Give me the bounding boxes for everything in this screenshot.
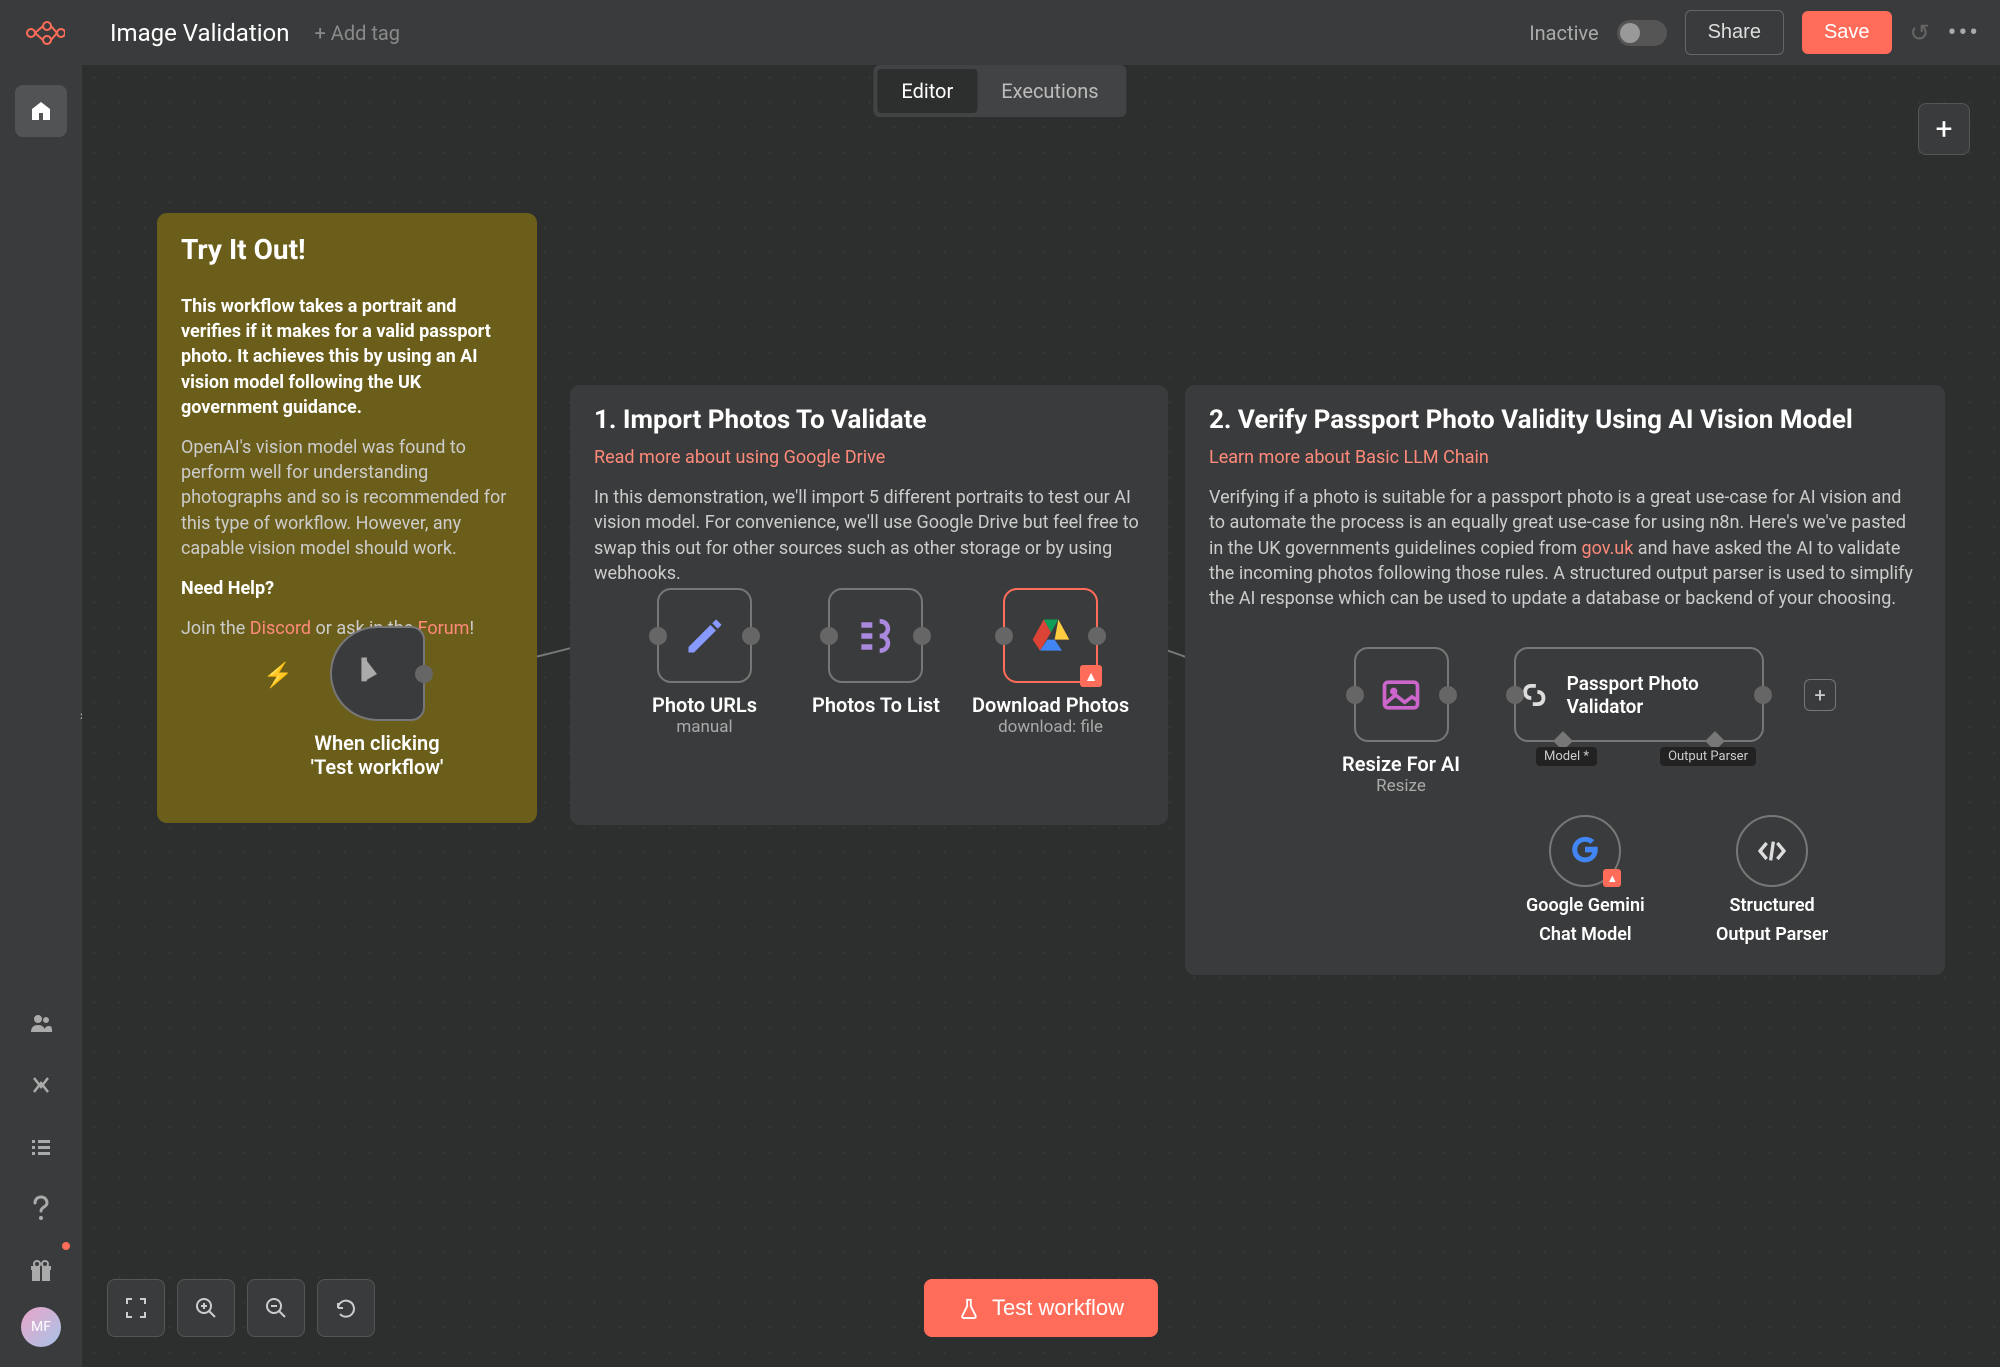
node-sublabel: manual [676,717,732,737]
node-label: Photo URLs [652,693,757,717]
share-button[interactable]: Share [1685,10,1784,55]
test-workflow-button[interactable]: Test workflow [924,1279,1158,1337]
subnode-output-parser[interactable]: Structured Output Parser [1716,815,1828,945]
node-passport-validator[interactable]: Passport Photo Validator Model * Output … [1514,647,1764,742]
node-sublabel: Resize [1376,776,1426,796]
add-tag-button[interactable]: + Add tag [314,21,400,45]
tab-editor[interactable]: Editor [877,69,977,113]
input-port[interactable] [649,627,667,645]
subnode-label-2: Output Parser [1716,924,1828,945]
trigger-bolt-icon: ⚡ [263,661,293,689]
section-body: In this demonstration, we'll import 5 di… [594,485,1144,586]
node-box[interactable] [657,588,752,683]
node-label: Passport Photo Validator [1567,672,1762,718]
output-port[interactable] [415,665,433,683]
subnode-gemini[interactable]: ▲ Google Gemini Chat Model [1526,815,1645,945]
node-box[interactable]: Passport Photo Validator [1514,647,1764,742]
help-icon[interactable] [15,1183,67,1235]
subnode-circle[interactable]: ▲ [1549,815,1621,887]
view-tabs: Editor Executions [873,65,1126,117]
toggle-knob [1620,23,1640,43]
home-button[interactable] [15,85,67,137]
output-port[interactable] [1439,686,1457,704]
workflow-title[interactable]: Image Validation [110,19,289,47]
canvas-controls [107,1279,375,1337]
subnode-label-2: Chat Model [1539,924,1631,945]
add-node-button[interactable]: + [1918,103,1970,155]
node-box[interactable]: ▲ [1003,588,1098,683]
trigger-node-box[interactable] [330,626,425,721]
node-label: Download Photos [972,693,1129,717]
subnode-circle[interactable] [1736,815,1808,887]
node-label: Photos To List [812,693,940,717]
flask-icon [958,1297,980,1319]
subnode-label-1: Google Gemini [1526,895,1645,916]
node-download-photos[interactable]: ▲ Download Photos download: file [972,588,1129,737]
node-label: When clicking 'Test workflow' [297,731,457,779]
output-port[interactable] [742,627,760,645]
add-node-port[interactable]: + [1804,679,1836,711]
reset-zoom-button[interactable] [317,1279,375,1337]
output-port[interactable] [1754,686,1772,704]
warning-badge-icon: ▲ [1603,869,1621,887]
sticky-detail: OpenAI's vision model was found to perfo… [181,435,513,561]
save-button[interactable]: Save [1802,11,1892,54]
gdrive-link[interactable]: Read more about using Google Drive [594,447,885,468]
node-label: Resize For AI [1342,752,1460,776]
output-port[interactable] [1088,627,1106,645]
header-bar: Image Validation + Add tag Inactive Shar… [0,0,2000,65]
list-icon[interactable] [15,1121,67,1173]
sticky-intro: This workflow takes a portrait and verif… [181,294,513,420]
node-trigger[interactable]: ⚡ When clicking 'Test workflow' [297,626,457,779]
section-body: Verifying if a photo is suitable for a p… [1209,485,1921,611]
govuk-link[interactable]: gov.uk [1582,538,1634,559]
fit-view-button[interactable] [107,1279,165,1337]
sticky-title: Try It Out! [181,233,513,266]
users-icon[interactable] [15,997,67,1049]
gift-icon[interactable] [15,1245,67,1297]
node-sublabel: download: file [998,717,1103,737]
llm-chain-link[interactable]: Learn more about Basic LLM Chain [1209,447,1489,468]
section-title: 1. Import Photos To Validate [594,405,1144,435]
inactive-label: Inactive [1529,21,1598,45]
output-port[interactable] [913,627,931,645]
model-port-label: Model * [1536,747,1597,766]
node-resize[interactable]: Resize For AI Resize [1342,647,1460,796]
subnode-label-1: Structured [1730,895,1815,916]
node-box[interactable] [828,588,923,683]
output-port-label: Output Parser [1660,747,1756,766]
node-photo-urls[interactable]: Photo URLs manual [652,588,757,737]
more-menu-icon[interactable]: ••• [1948,18,1980,48]
workflow-canvas[interactable]: Try It Out! This workflow takes a portra… [82,65,2000,1367]
input-port[interactable] [995,627,1013,645]
active-toggle[interactable] [1617,20,1667,46]
input-port[interactable] [1346,686,1364,704]
need-help-heading: Need Help? [181,576,513,601]
left-sidebar: MF › [0,65,82,1367]
variable-icon[interactable] [15,1059,67,1111]
input-port[interactable] [1506,686,1524,704]
n8n-logo[interactable] [20,13,70,53]
node-photos-to-list[interactable]: Photos To List [812,588,940,717]
zoom-out-button[interactable] [247,1279,305,1337]
user-avatar[interactable]: MF [21,1307,61,1347]
warning-badge-icon: ▲ [1080,665,1102,687]
input-port[interactable] [820,627,838,645]
history-icon[interactable]: ↺ [1910,19,1930,47]
tab-executions[interactable]: Executions [977,69,1122,113]
node-box[interactable] [1354,647,1449,742]
zoom-in-button[interactable] [177,1279,235,1337]
section-title: 2. Verify Passport Photo Validity Using … [1209,405,1921,435]
